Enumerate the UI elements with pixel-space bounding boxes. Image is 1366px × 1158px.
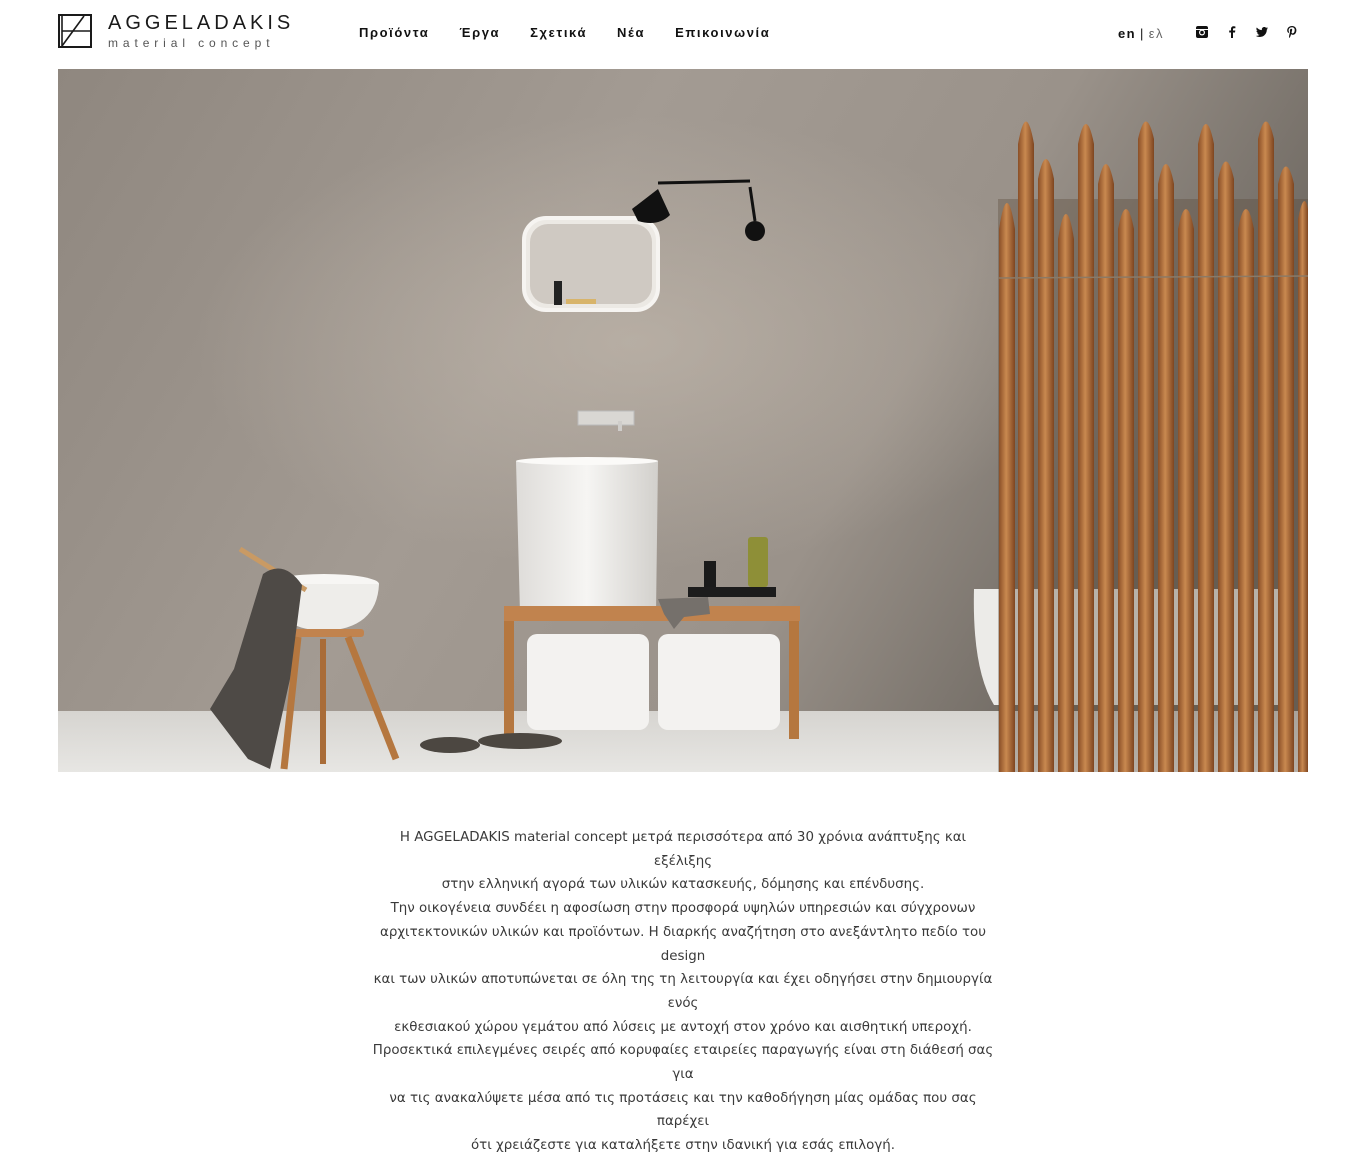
- language-en[interactable]: en: [1118, 26, 1136, 41]
- social-links: [1195, 25, 1315, 39]
- brand-text: AGGELADAKIS material concept: [108, 13, 294, 49]
- site-header: AGGELADAKIS material concept Προϊόντα Έρ…: [0, 0, 1366, 68]
- intro-line: εκθεσιακού χώρου γεμάτου από λύσεις με α…: [394, 1019, 972, 1035]
- nav-item-products[interactable]: Προϊόντα: [359, 25, 429, 40]
- language-separator: |: [1139, 26, 1145, 41]
- instagram-icon[interactable]: [1195, 25, 1209, 39]
- hero-image: [58, 69, 1308, 772]
- twitter-icon[interactable]: [1255, 25, 1269, 39]
- pinterest-icon[interactable]: [1285, 25, 1299, 39]
- intro-line: και των υλικών αποτυπώνεται σε όλη της τ…: [373, 972, 993, 1011]
- logo-mark-icon: [58, 14, 92, 48]
- brand-logo[interactable]: AGGELADAKIS material concept: [58, 13, 294, 49]
- intro-line: Την οικογένεια συνδέει η αφοσίωση στην π…: [390, 901, 976, 917]
- nav-item-contact[interactable]: Επικοινωνία: [675, 25, 770, 40]
- facebook-icon[interactable]: [1225, 25, 1239, 39]
- nav-item-about[interactable]: Σχετικά: [530, 25, 587, 40]
- intro-line: Η AGGELADAKIS material concept μετρά περ…: [399, 830, 967, 869]
- intro-line: στην ελληνική αγορά των υλικών κατασκευή…: [441, 877, 925, 893]
- nav-item-news[interactable]: Νέα: [617, 25, 645, 40]
- intro-text: Η AGGELADAKIS material concept μετρά περ…: [370, 826, 996, 1158]
- main-navigation: Προϊόντα Έργα Σχετικά Νέα Επικοινωνία: [359, 25, 800, 40]
- brand-subtitle: material concept: [108, 36, 275, 50]
- language-el[interactable]: ελ: [1149, 26, 1164, 41]
- intro-line: να τις ανακαλύψετε μέσα από τις προτάσει…: [389, 1090, 977, 1130]
- intro-line: αρχιτεκτονικών υλικών και προϊόντων. Η δ…: [380, 924, 986, 964]
- intro-line: ότι χρειάζεστε για καταλήξετε στην ιδανι…: [470, 1138, 896, 1154]
- brand-title: AGGELADAKIS: [108, 12, 295, 34]
- language-switcher: en | ελ: [1118, 26, 1164, 41]
- nav-item-projects[interactable]: Έργα: [459, 25, 500, 40]
